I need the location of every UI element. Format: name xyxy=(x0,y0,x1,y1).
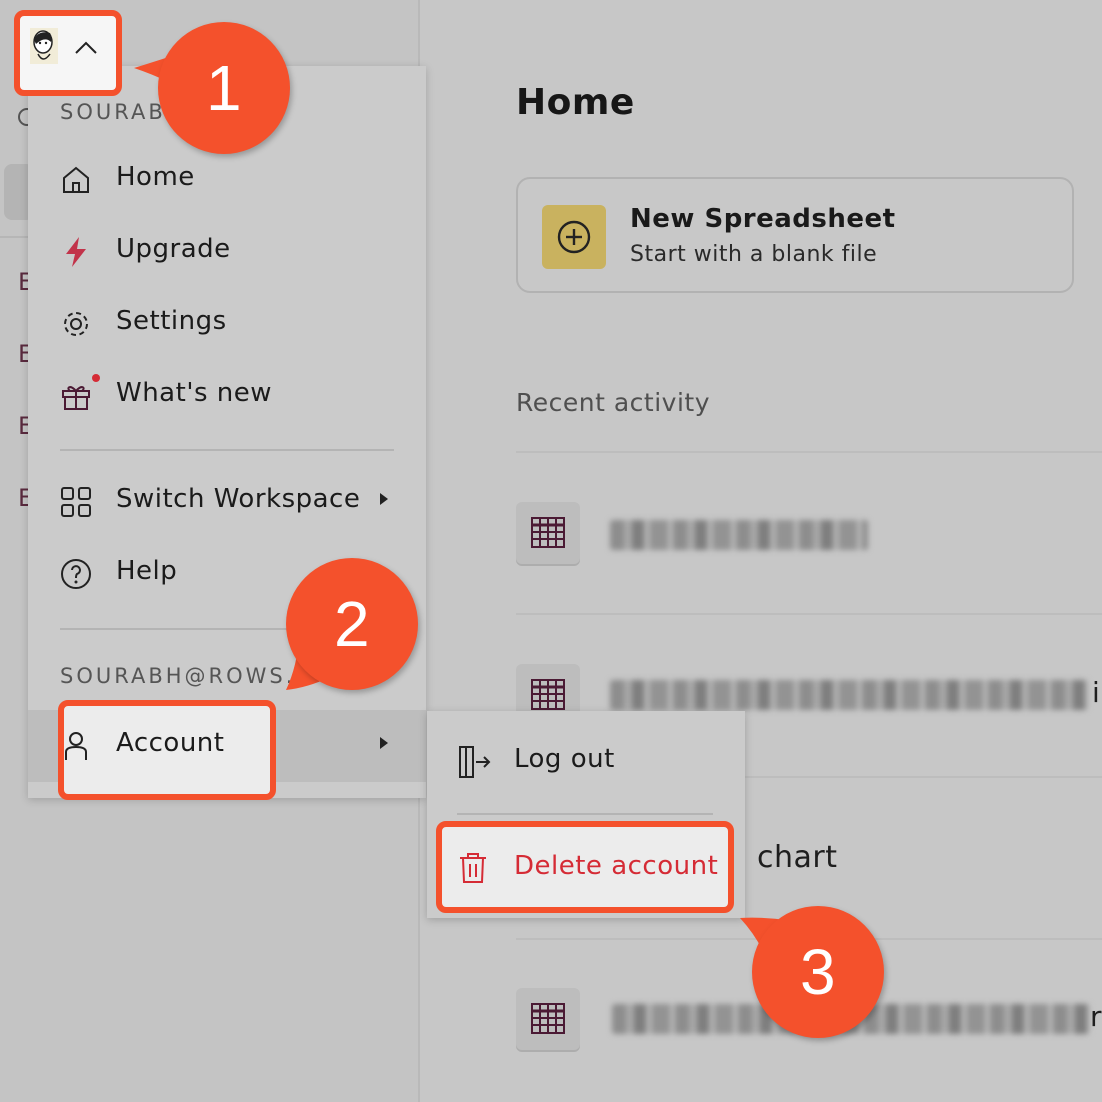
submenu-divider xyxy=(457,813,713,815)
menu-item-switch-workspace[interactable]: Switch Workspace xyxy=(28,472,426,532)
chevron-up-icon xyxy=(74,38,97,58)
menu-item-label: Home xyxy=(116,162,195,192)
menu-item-label: Upgrade xyxy=(116,234,231,264)
spreadsheet-file-icon[interactable] xyxy=(516,502,580,564)
user-menu-toggle[interactable] xyxy=(30,28,110,68)
row-divider xyxy=(516,613,1102,615)
avatar xyxy=(30,28,58,64)
menu-user-email: SOURABH@ROWS. xyxy=(60,664,296,688)
new-spreadsheet-subtitle: Start with a blank file xyxy=(630,242,878,267)
user-icon xyxy=(60,730,92,762)
new-spreadsheet-icon xyxy=(542,205,606,269)
file-name-fragment: r xyxy=(1090,1000,1102,1033)
delete-account-menu-item[interactable]: Delete account xyxy=(514,851,718,881)
menu-item-label: What's new xyxy=(116,378,273,408)
menu-item-settings[interactable]: Settings xyxy=(28,294,426,354)
trash-icon xyxy=(458,852,488,884)
menu-item-upgrade[interactable]: Upgrade xyxy=(28,222,426,282)
grid-icon xyxy=(60,486,92,518)
menu-item-label: Switch Workspace xyxy=(116,484,361,514)
file-name-fragment: i xyxy=(1092,676,1101,709)
callout-1: 1 xyxy=(158,22,290,154)
new-spreadsheet-title: New Spreadsheet xyxy=(630,204,896,234)
gear-icon xyxy=(60,308,92,340)
file-name-fragment[interactable]: chart xyxy=(757,840,838,875)
recent-activity-heading: Recent activity xyxy=(516,388,710,417)
menu-item-label: Settings xyxy=(116,306,227,336)
menu-item-account[interactable]: Account xyxy=(28,700,426,800)
row-divider xyxy=(516,451,1102,453)
blurred-file-name[interactable] xyxy=(610,520,868,550)
home-icon xyxy=(60,164,92,196)
spreadsheet-file-icon[interactable] xyxy=(516,988,580,1050)
lightning-icon xyxy=(60,236,92,268)
callout-3: 3 xyxy=(752,906,884,1038)
menu-item-label: Help xyxy=(116,556,178,586)
logout-menu-item[interactable]: Log out xyxy=(514,744,615,774)
logout-icon xyxy=(456,744,492,780)
submenu-arrow-icon xyxy=(380,737,388,749)
callout-2: 2 xyxy=(286,558,418,690)
help-icon xyxy=(60,558,92,590)
menu-item-whats-new[interactable]: What's new xyxy=(28,366,426,426)
page-title: Home xyxy=(516,82,635,123)
gift-icon xyxy=(60,380,92,412)
menu-item-label: Account xyxy=(116,728,225,758)
notification-dot xyxy=(92,374,100,382)
menu-divider xyxy=(60,449,394,451)
submenu-arrow-icon xyxy=(380,493,388,505)
blurred-file-name[interactable] xyxy=(610,680,1088,710)
